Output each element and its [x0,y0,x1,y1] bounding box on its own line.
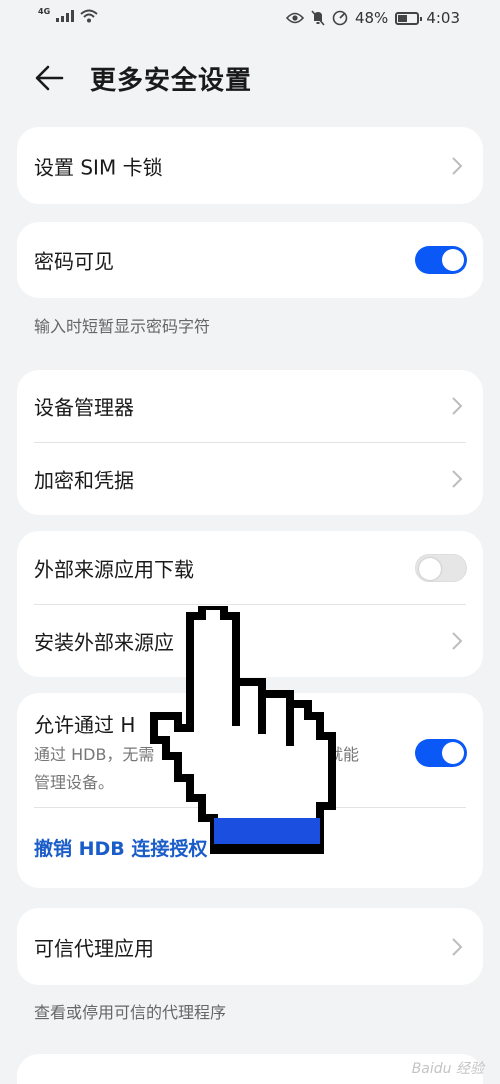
toggle-knob [419,557,441,580]
encryption-label: 加密和凭据 [34,468,134,492]
device-admin-label: 设备管理器 [34,395,134,420]
eye-icon [285,12,304,24]
battery-icon [395,11,423,25]
mute-bell-icon [311,10,325,26]
trust-agent-row[interactable]: 可信代理应用 [17,908,483,985]
password-visible-card: 密码可见 [17,222,483,298]
password-visible-row[interactable]: 密码可见 [17,222,483,298]
page-title: 更多安全设置 [90,66,253,96]
chevron-right-icon [452,937,463,956]
wifi-icon [80,9,98,23]
pointing-hand-cursor-icon [150,606,336,854]
watermark: Baidu 经验 [411,1061,484,1077]
chevron-right-icon [452,156,463,175]
battery-percent: 48% [354,9,389,27]
sim-lock-card: 设置 SIM 卡锁 [17,127,483,204]
hdb-toggle[interactable] [415,739,467,767]
password-visible-hint: 输入时短暂显示密码字符 [34,317,211,336]
password-visible-toggle[interactable] [415,246,467,274]
clock: 4:03 [426,9,460,27]
back-arrow-icon[interactable] [32,62,68,94]
encryption-row[interactable]: 加密和凭据 [17,442,483,515]
chevron-right-icon [452,397,463,415]
toggle-knob [442,742,464,764]
chevron-right-icon [452,631,463,650]
hdb-label: 允许通过 H [34,713,136,737]
toggle-knob [442,249,464,271]
password-visible-label: 密码可见 [34,249,114,274]
external-download-row[interactable]: 外部来源应用下载 [17,531,483,604]
trust-agent-hint: 查看或停用可信的代理程序 [34,1003,227,1022]
admin-card: 设备管理器 加密和凭据 [17,370,483,515]
chevron-right-icon [452,469,463,488]
external-download-label: 外部来源应用下载 [34,557,194,581]
sim-lock-row[interactable]: 设置 SIM 卡锁 [17,127,483,204]
signal-icon [56,10,75,22]
speed-gauge-icon [332,10,348,26]
external-download-toggle[interactable] [415,553,467,582]
network-type: 4G [38,6,51,16]
trust-agent-label: 可信代理应用 [34,936,154,960]
title-bar: 更多安全设置 [0,56,500,100]
sim-lock-label: 设置 SIM 卡锁 [34,155,163,179]
status-bar: 4G 48% 4:03 [0,0,500,40]
device-admin-row[interactable]: 设备管理器 [17,370,483,442]
trust-agent-card: 可信代理应用 [17,908,483,985]
